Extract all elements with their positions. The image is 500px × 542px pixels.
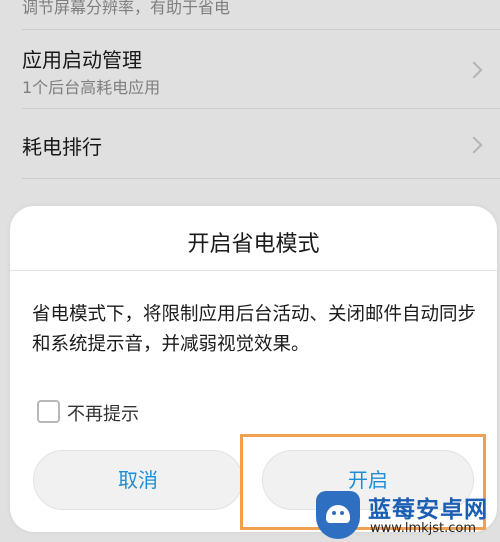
cancel-button[interactable]: 取消	[33, 450, 243, 510]
dialog-title: 开启省电模式	[187, 232, 320, 257]
dialog-message: 省电模式下，将限制应用后台活动、关闭邮件自动同步和系统提示音，并减弱视觉效果。	[32, 304, 477, 355]
dialog-divider	[10, 270, 497, 271]
watermark: 蓝莓安卓网 www.lmkjst.com	[312, 487, 500, 542]
watermark-url: www.lmkjst.com	[370, 521, 477, 536]
dont-show-again-label[interactable]: 不再提示	[67, 400, 139, 426]
watermark-brand: 蓝莓安卓网	[368, 497, 488, 523]
android-logo-icon	[316, 491, 360, 539]
dont-show-again-checkbox[interactable]	[37, 400, 60, 423]
